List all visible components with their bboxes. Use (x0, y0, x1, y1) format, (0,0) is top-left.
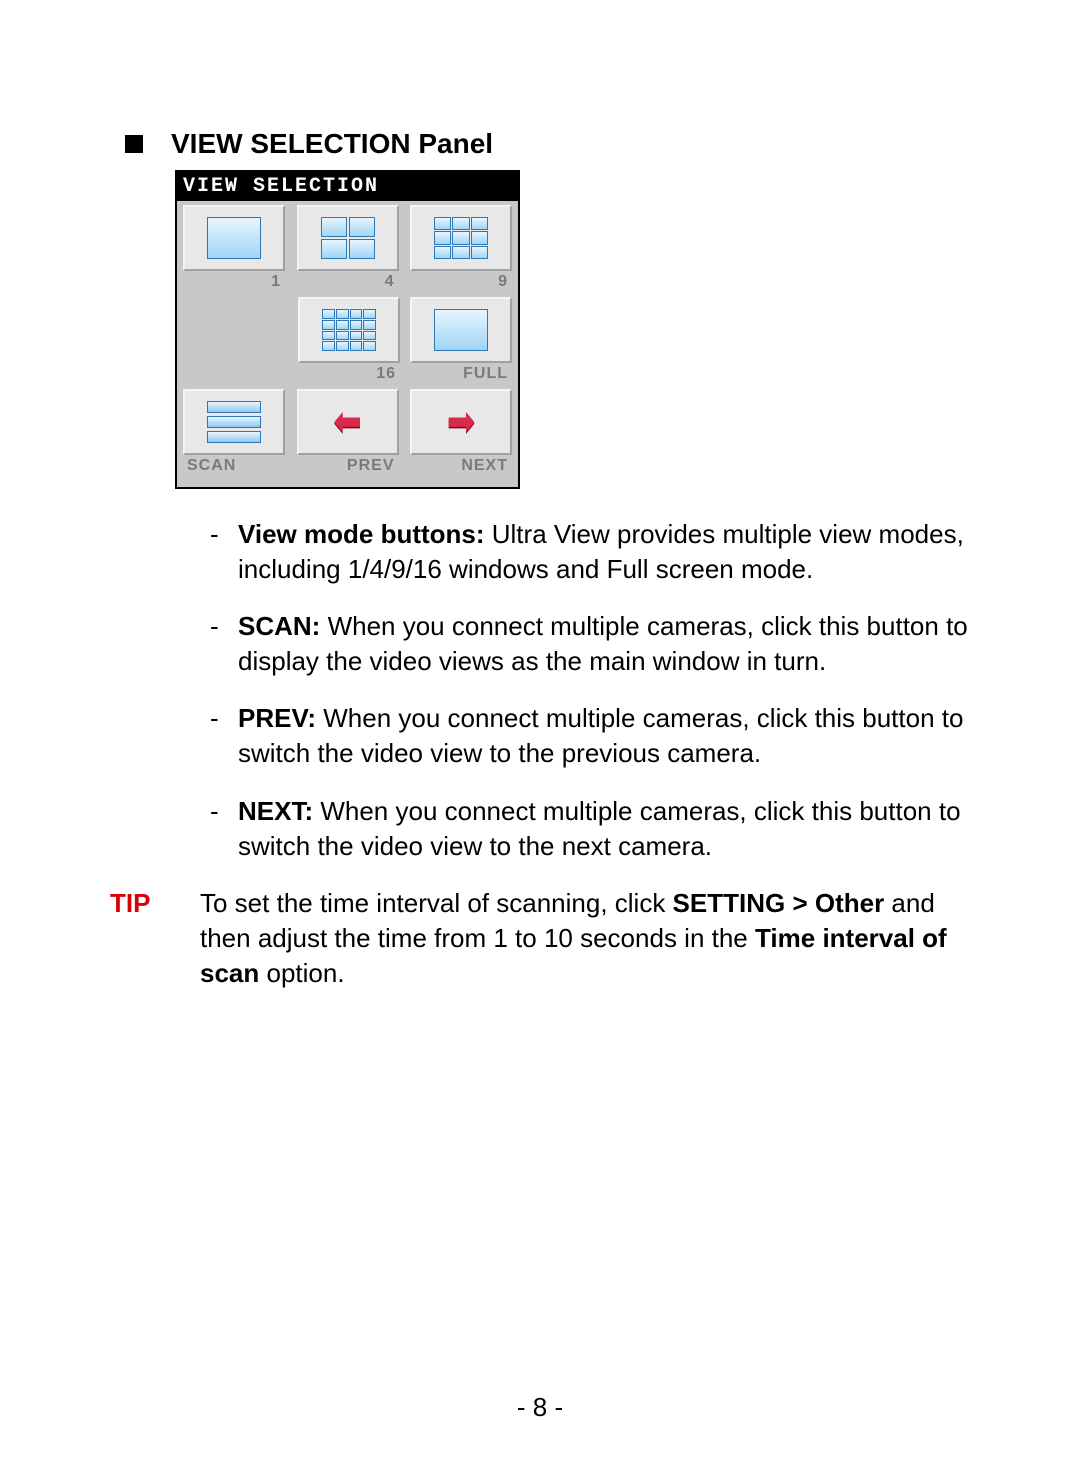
view-full-cell: FULL (410, 297, 512, 383)
panel-row-1: 1 4 (183, 205, 512, 291)
tip-post: option. (259, 958, 344, 988)
view-9-cell: 9 (410, 205, 512, 291)
panel-row-3: SCAN ⬅ PREV ➡ NEXT (183, 389, 512, 475)
view-16-cell: 16 (298, 297, 400, 383)
dash-bullet: - (210, 701, 238, 771)
tip-label: TIP (110, 886, 200, 991)
arrow-left-icon: ⬅ (333, 402, 362, 443)
view-full-button[interactable] (410, 297, 512, 363)
section-heading: VIEW SELECTION Panel (125, 128, 980, 160)
item-bold: NEXT: (238, 796, 313, 826)
panel-title: VIEW SELECTION (177, 172, 518, 201)
next-button[interactable]: ➡ (410, 389, 512, 455)
list-item-body: View mode buttons: Ultra View provides m… (238, 517, 980, 587)
tip-body: To set the time interval of scanning, cl… (200, 886, 980, 991)
document-page: VIEW SELECTION Panel VIEW SELECTION 1 (0, 0, 1080, 1483)
view-selection-panel: VIEW SELECTION 1 (175, 170, 520, 489)
list-item: - PREV: When you connect multiple camera… (210, 701, 980, 771)
scan-icon (207, 401, 261, 443)
view-4-cell: 4 (297, 205, 399, 291)
view-1-cell: 1 (183, 205, 285, 291)
dash-bullet: - (210, 517, 238, 587)
scan-cell: SCAN (183, 389, 285, 475)
item-text: When you connect multiple cameras, click… (238, 611, 968, 676)
prev-label: PREV (297, 455, 399, 475)
list-item: - View mode buttons: Ultra View provides… (210, 517, 980, 587)
item-text: When you connect multiple cameras, click… (238, 796, 961, 861)
scan-button[interactable] (183, 389, 285, 455)
view-1-label: 1 (183, 271, 285, 291)
item-bold: View mode buttons: (238, 519, 485, 549)
panel-body: 1 4 (177, 201, 518, 487)
bullet-square-icon (125, 135, 143, 153)
list-item-body: NEXT: When you connect multiple cameras,… (238, 794, 980, 864)
scan-label: SCAN (183, 455, 285, 475)
grid-1-icon (205, 215, 263, 261)
tip-row: TIP To set the time interval of scanning… (110, 886, 980, 991)
prev-button[interactable]: ⬅ (297, 389, 399, 455)
list-item: - NEXT: When you connect multiple camera… (210, 794, 980, 864)
view-9-button[interactable] (410, 205, 512, 271)
dash-bullet: - (210, 794, 238, 864)
list-item: - SCAN: When you connect multiple camera… (210, 609, 980, 679)
full-screen-icon (432, 307, 490, 353)
tip-bold-1: SETTING > Other (673, 888, 885, 918)
grid-16-icon (320, 307, 378, 353)
panel-container: VIEW SELECTION 1 (175, 170, 980, 489)
panel-row-2: 16 FULL (183, 297, 512, 383)
view-16-button[interactable] (298, 297, 400, 363)
view-4-button[interactable] (297, 205, 399, 271)
view-4-label: 4 (297, 271, 399, 291)
dash-bullet: - (210, 609, 238, 679)
prev-cell: ⬅ PREV (297, 389, 399, 475)
list-item-body: SCAN: When you connect multiple cameras,… (238, 609, 980, 679)
view-16-label: 16 (298, 363, 400, 383)
view-full-label: FULL (410, 363, 512, 383)
item-bold: SCAN: (238, 611, 320, 641)
tip-pre: To set the time interval of scanning, cl… (200, 888, 673, 918)
list-item-body: PREV: When you connect multiple cameras,… (238, 701, 980, 771)
view-9-label: 9 (410, 271, 512, 291)
grid-9-icon (432, 215, 490, 261)
item-bold: PREV: (238, 703, 316, 733)
grid-4-icon (319, 215, 377, 261)
page-number: - 8 - (0, 1392, 1080, 1423)
arrow-right-icon: ➡ (447, 402, 476, 443)
item-text: When you connect multiple cameras, click… (238, 703, 963, 768)
next-label: NEXT (410, 455, 512, 475)
view-1-button[interactable] (183, 205, 285, 271)
description-list: - View mode buttons: Ultra View provides… (210, 517, 980, 864)
heading-text: VIEW SELECTION Panel (171, 128, 493, 160)
next-cell: ➡ NEXT (410, 389, 512, 475)
